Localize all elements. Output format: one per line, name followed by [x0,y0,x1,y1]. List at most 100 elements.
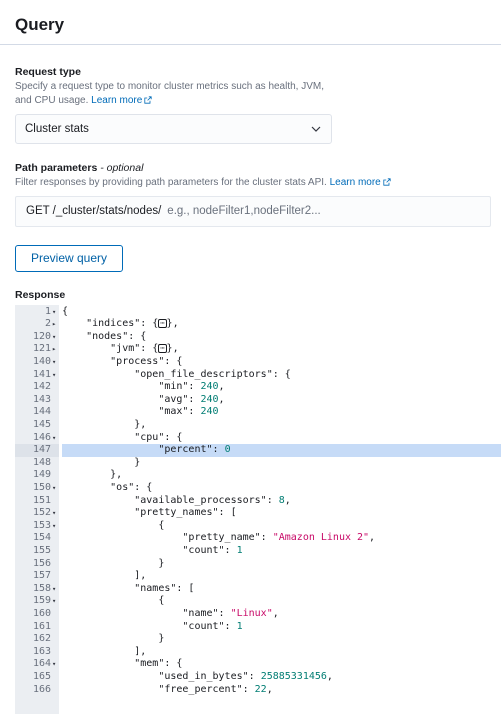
code-text: { [62,306,68,319]
code-line: 145 }, [15,419,501,432]
fold-expand-icon[interactable]: ▾ [52,306,59,319]
code-token: , [218,393,225,405]
page-title: Query [15,15,65,34]
request-type-select[interactable]: Cluster stats [15,114,332,144]
code-line: 156 } [15,558,501,571]
code-text: { [62,595,164,608]
code-text: }, [62,469,122,482]
fold-expand-icon[interactable]: ▾ [52,356,59,369]
fold-expand-icon[interactable]: ▾ [52,658,59,671]
code-line: 143 "avg": 240, [15,394,501,407]
code-line: 161 "count": 1 [15,621,501,634]
response-code-editor[interactable]: 1 ▾{2 ▸ "indices": {⋯}, 120 ▾ "nodes": {121 ▸… [15,305,501,714]
code-token: "used_in_bytes": [62,670,261,682]
code-token: , [218,381,225,393]
fold-expand-icon[interactable]: ▾ [52,432,59,445]
fold-expand-icon[interactable]: ▾ [52,595,59,608]
line-number: 156 [32,557,51,569]
code-text: "mem": { [62,658,182,671]
line-number: 143 [32,393,51,405]
code-text: "count": 1 [62,544,242,558]
code-text: "jvm": {⋯}, [62,343,178,356]
path-params-section: Path parameters - optional Filter respon… [0,162,501,227]
fold-expand-icon[interactable]: ▾ [52,331,59,344]
code-token: , [326,670,333,682]
code-line: 142 "min": 240, [15,381,501,394]
code-line: 163 ], [15,646,501,659]
line-number: 153 [32,519,51,531]
code-line: 146 ▾ "cpu": { [15,432,501,445]
code-line: 166 "free_percent": 22, [15,684,501,697]
line-number: 146 [32,431,51,443]
code-token: "process": { [62,355,183,367]
code-line: 152 ▾ "pretty_names": [ [15,507,501,520]
code-line: 149 }, [15,469,501,482]
code-token: { [62,519,165,531]
fold-collapsed-icon[interactable]: ▸ [52,318,59,331]
code-line: 1 ▾{ [15,306,501,319]
path-params-input[interactable] [167,205,480,217]
code-line: 2 ▸ "indices": {⋯}, [15,318,501,331]
line-number: 148 [32,456,51,468]
code-text: } [62,457,140,470]
code-token: "mem": { [62,658,183,670]
code-token: }, [62,418,147,430]
line-number: 144 [32,406,51,418]
code-text: "name": "Linux", [62,607,279,621]
preview-section: Preview query [0,244,501,272]
path-params-learn-more-link[interactable]: Learn more [330,177,391,188]
number-token: 240 [200,381,219,393]
preview-query-button[interactable]: Preview query [15,244,123,272]
line-number: 150 [32,481,51,493]
fold-expand-icon[interactable]: ▾ [52,369,59,382]
code-text: ], [62,570,146,583]
code-text: }, [62,419,146,432]
code-line: 141 ▾ "open_file_descriptors": { [15,369,501,382]
fold-expand-icon[interactable]: ▾ [52,520,59,533]
collapsed-block-icon[interactable]: ⋯ [158,319,167,329]
line-number: 147 [32,444,51,456]
code-text: "max": 240 [62,406,218,419]
line-number: 142 [32,381,51,393]
code-token: } [62,557,165,569]
code-line: 155 "count": 1 [15,545,501,558]
code-text: "percent": 0 [62,444,231,457]
code-token: , [266,683,273,695]
fold-expand-icon[interactable]: ▾ [52,482,59,495]
code-token: "names": [ [62,582,195,594]
code-text: "open_file_descriptors": { [62,369,291,382]
number-token: 0 [224,444,231,456]
code-token: "name": [62,607,231,619]
code-token: ], [62,570,147,582]
code-token: { [62,305,69,317]
request-type-label: Request type [15,66,81,78]
code-line: 140 ▾ "process": { [15,356,501,369]
collapsed-block-icon[interactable]: ⋯ [158,344,167,354]
optional-marker: - optional [100,162,144,174]
string-token: "Amazon Linux 2" [272,532,370,544]
line-number: 157 [32,570,51,582]
code-token: "count": [62,544,237,556]
line-number: 158 [32,582,51,594]
request-type-selected-value: Cluster stats [25,123,89,135]
line-number: 155 [32,544,51,556]
page-header: Query [0,0,501,45]
code-token: "pretty_name": [62,532,273,544]
fold-expand-icon[interactable]: ▾ [52,507,59,520]
request-type-learn-more-link[interactable]: Learn more [91,95,152,106]
code-text: { [62,520,164,533]
code-token: , [272,607,279,619]
code-token: } [62,633,165,645]
fold-collapsed-icon[interactable]: ▸ [52,343,59,356]
response-label: Response [15,289,66,301]
line-number: 159 [32,595,51,607]
fold-expand-icon[interactable]: ▾ [52,583,59,596]
line-number: 161 [32,620,51,632]
code-token: , [284,494,291,506]
code-text: "names": [ [62,583,194,596]
line-number: 149 [32,469,51,481]
request-type-section: Request type Specify a request type to m… [0,66,501,144]
code-token: "max": [62,406,201,418]
line-number: 164 [32,658,51,670]
external-link-icon [144,96,152,104]
